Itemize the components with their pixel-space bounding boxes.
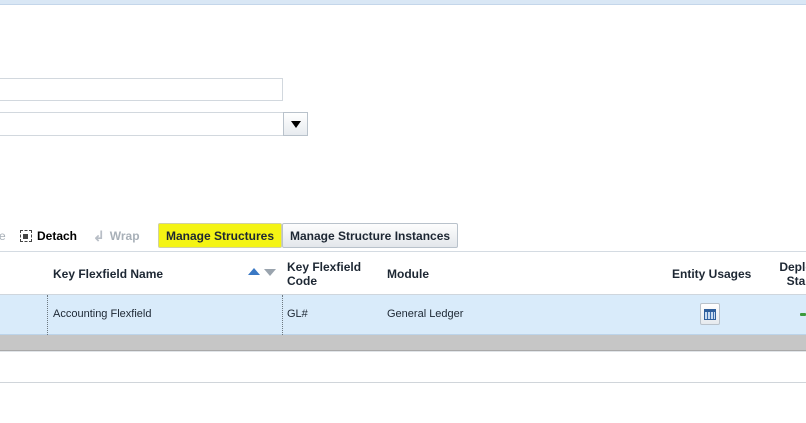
column-header-deployment-status[interactable]: Deplo Sta — [776, 260, 806, 288]
cell-code: GL# — [287, 308, 308, 320]
table-row[interactable]: Accounting Flexfield GL# General Ledger — [0, 295, 806, 335]
manage-structure-instances-button[interactable]: Manage Structure Instances — [282, 223, 459, 248]
divider — [0, 382, 806, 383]
search-text-field[interactable] — [0, 78, 283, 101]
table-toolbar: e Detach ↲ Wrap Manage Structures Manage… — [0, 223, 806, 248]
dropdown-arrow-icon — [290, 120, 301, 128]
module-select-dropdown-button[interactable] — [283, 112, 308, 136]
row-divider — [282, 295, 283, 335]
column-header-code[interactable]: Key Flexfield Code — [287, 260, 361, 288]
column-header-code-line2: Code — [287, 274, 317, 288]
sort-ascending-icon[interactable] — [248, 268, 260, 275]
status-check-icon — [800, 313, 806, 316]
column-header-entity-usages[interactable]: Entity Usages — [672, 267, 751, 281]
column-header-deploy-line1: Deplo — [779, 260, 806, 274]
detach-icon — [20, 230, 32, 242]
wrap-button[interactable]: ↲ Wrap — [93, 229, 140, 243]
cell-module: General Ledger — [387, 308, 464, 320]
top-banner-strip — [0, 0, 806, 5]
cell-name: Accounting Flexfield — [53, 308, 152, 320]
detach-button[interactable]: Detach — [20, 229, 77, 243]
sort-descending-icon[interactable] — [264, 269, 276, 276]
calendar-icon — [704, 308, 716, 320]
detach-label: Detach — [37, 229, 78, 243]
row-divider — [47, 295, 48, 335]
manage-structures-button[interactable]: Manage Structures — [158, 223, 283, 248]
divider — [0, 351, 806, 352]
column-header-name[interactable]: Key Flexfield Name — [53, 267, 163, 281]
column-header-deploy-line2: Sta — [786, 274, 806, 288]
toolbar-cut-item-fragment[interactable]: e — [0, 229, 6, 243]
column-header-code-line1: Key Flexfield — [287, 260, 362, 274]
wrap-label: Wrap — [109, 229, 140, 243]
column-header-module[interactable]: Module — [387, 267, 429, 281]
wrap-icon: ↲ — [93, 228, 105, 244]
table-header: Key Flexfield Name Key Flexfield Code Mo… — [0, 251, 806, 295]
module-select-field[interactable] — [0, 112, 283, 136]
entity-usages-button[interactable] — [700, 303, 720, 325]
horizontal-scrollbar[interactable] — [0, 335, 806, 351]
